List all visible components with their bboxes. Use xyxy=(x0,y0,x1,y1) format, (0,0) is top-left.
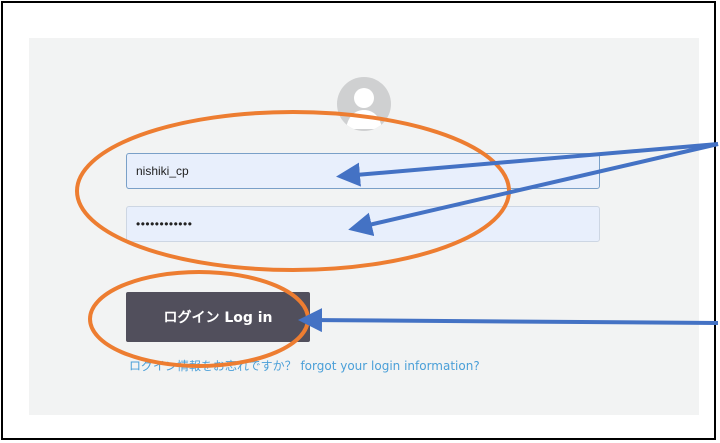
forgot-login-link[interactable]: ログイン情報をお忘れですか？ forgot your login informa… xyxy=(129,357,480,374)
login-button[interactable]: ログイン Log in xyxy=(126,292,310,342)
password-input[interactable] xyxy=(126,206,600,242)
user-avatar-icon xyxy=(337,77,391,131)
username-input[interactable] xyxy=(126,153,600,189)
